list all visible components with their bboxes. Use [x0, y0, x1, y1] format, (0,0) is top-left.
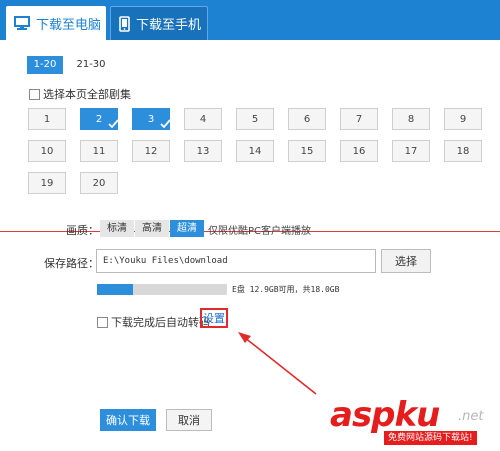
watermark-tagline: 免费网站源码下载站!: [384, 431, 477, 445]
cancel-button[interactable]: 取消: [166, 409, 212, 431]
confirm-download-button[interactable]: 确认下载: [100, 409, 156, 431]
watermark: aspku .net 免费网站源码下载站!: [330, 395, 498, 447]
annotation-arrow-icon: [238, 332, 317, 395]
watermark-logo: aspku: [330, 395, 440, 435]
watermark-suffix: .net: [458, 409, 484, 424]
